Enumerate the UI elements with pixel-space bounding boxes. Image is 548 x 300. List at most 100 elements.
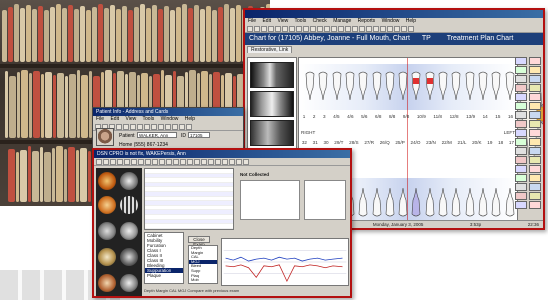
close-exam-button[interactable]: Close Exam xyxy=(188,236,210,247)
toolbar-button[interactable] xyxy=(96,159,102,165)
menu-item[interactable]: View xyxy=(125,116,136,122)
toolbar-button[interactable] xyxy=(366,26,372,32)
toolbar-button[interactable] xyxy=(137,124,143,130)
menu-item[interactable]: Edit xyxy=(262,18,271,24)
toolbar-button[interactable] xyxy=(345,26,351,32)
tooth[interactable] xyxy=(398,184,408,218)
menu-item[interactable]: Edit xyxy=(110,116,119,122)
menu-item[interactable]: Tools xyxy=(295,18,307,24)
menu-item[interactable]: Manage xyxy=(333,18,351,24)
tooth[interactable] xyxy=(411,70,421,104)
tooth[interactable] xyxy=(345,70,355,104)
chart-tool-button[interactable] xyxy=(528,111,541,119)
tab-restorative[interactable]: Restorative, Link xyxy=(247,46,293,53)
toolbar-button[interactable] xyxy=(373,26,379,32)
toolbar-button[interactable] xyxy=(186,124,192,130)
tooth[interactable] xyxy=(425,184,435,218)
chart-tool-button[interactable] xyxy=(528,174,541,182)
menu-item[interactable]: Tools xyxy=(143,116,155,122)
xray-thumb[interactable] xyxy=(120,172,138,190)
chart-tool-button[interactable] xyxy=(528,147,541,155)
toolbar-button[interactable] xyxy=(310,26,316,32)
toolbar-button[interactable] xyxy=(172,124,178,130)
list-item[interactable]: Plaque xyxy=(145,273,183,278)
chart-tool-button[interactable] xyxy=(528,84,541,92)
xray-thumb[interactable] xyxy=(98,222,116,240)
toolbar-button[interactable] xyxy=(394,26,400,32)
tooth[interactable] xyxy=(305,70,315,104)
chart-tool-button[interactable] xyxy=(528,66,541,74)
chart-tool-button[interactable] xyxy=(515,183,527,191)
menu-item[interactable]: File xyxy=(248,18,256,24)
toolbar-button[interactable] xyxy=(303,26,309,32)
retina-thumb[interactable] xyxy=(98,196,116,214)
xray-image[interactable] xyxy=(250,62,294,88)
tooth[interactable] xyxy=(425,70,435,104)
chart-tool-button[interactable] xyxy=(528,102,541,110)
menu-item[interactable]: Check xyxy=(313,18,327,24)
chart-tool-button[interactable] xyxy=(528,120,541,128)
toolbar-button[interactable] xyxy=(123,124,129,130)
menu-item[interactable]: File xyxy=(96,116,104,122)
toolbar-button[interactable] xyxy=(401,26,407,32)
toolbar-button[interactable] xyxy=(317,26,323,32)
toolbar-button[interactable] xyxy=(282,26,288,32)
chart-tool-button[interactable] xyxy=(528,93,541,101)
tooth[interactable] xyxy=(491,70,501,104)
tooth[interactable] xyxy=(451,70,461,104)
toolbar-button[interactable] xyxy=(180,159,186,165)
toolbar-button[interactable] xyxy=(289,26,295,32)
toolbar-button[interactable] xyxy=(222,159,228,165)
menu-item[interactable]: Help xyxy=(406,18,416,24)
chart-tool-button[interactable] xyxy=(528,201,541,209)
toolbar-button[interactable] xyxy=(201,159,207,165)
chart-tool-button[interactable] xyxy=(528,183,541,191)
toolbar-button[interactable] xyxy=(130,124,136,130)
toolbar-button[interactable] xyxy=(117,159,123,165)
toolbar-button[interactable] xyxy=(116,124,122,130)
tooth[interactable] xyxy=(411,184,421,218)
exam-notes-box[interactable] xyxy=(304,180,346,220)
chart-tool-button[interactable] xyxy=(515,66,527,74)
toolbar-button[interactable] xyxy=(215,159,221,165)
tooth[interactable] xyxy=(398,70,408,104)
toolbar-button[interactable] xyxy=(166,159,172,165)
tooth[interactable] xyxy=(385,70,395,104)
tooth[interactable] xyxy=(478,184,488,218)
toolbar-button[interactable] xyxy=(110,159,116,165)
menu-item[interactable]: Reports xyxy=(358,18,376,24)
list-item[interactable]: Mob xyxy=(189,278,217,283)
tooth[interactable] xyxy=(358,70,368,104)
chart-tool-button[interactable] xyxy=(515,138,527,146)
toolbar-button[interactable] xyxy=(261,26,267,32)
menu-item[interactable]: Window xyxy=(382,18,400,24)
toolbar-button[interactable] xyxy=(380,26,386,32)
toolbar-button[interactable] xyxy=(144,124,150,130)
toolbar-button[interactable] xyxy=(243,159,249,165)
toolbar-button[interactable] xyxy=(296,26,302,32)
tooth[interactable] xyxy=(332,70,342,104)
toolbar-button[interactable] xyxy=(352,26,358,32)
chart-tool-button[interactable] xyxy=(528,57,541,65)
toolbar-button[interactable] xyxy=(187,159,193,165)
toolbar-button[interactable] xyxy=(408,26,414,32)
toolbar-button[interactable] xyxy=(124,159,130,165)
toolbar-button[interactable] xyxy=(159,159,165,165)
xray-thumb[interactable] xyxy=(120,222,138,240)
tooth[interactable] xyxy=(491,184,501,218)
chart-tool-button[interactable] xyxy=(515,174,527,182)
toolbar-button[interactable] xyxy=(359,26,365,32)
chart-tool-button[interactable] xyxy=(515,192,527,200)
tooth[interactable] xyxy=(438,184,448,218)
table-row[interactable] xyxy=(145,224,233,229)
toolbar-button[interactable] xyxy=(158,124,164,130)
toolbar-button[interactable] xyxy=(331,26,337,32)
chart-tool-button[interactable] xyxy=(528,156,541,164)
toolbar-button[interactable] xyxy=(173,159,179,165)
toolbar-button[interactable] xyxy=(236,159,242,165)
patient-id-field[interactable]: 17105 xyxy=(188,132,210,138)
photo-thumb[interactable] xyxy=(98,248,116,266)
tooth[interactable] xyxy=(505,184,515,218)
toolbar-button[interactable] xyxy=(208,159,214,165)
chart-tool-button[interactable] xyxy=(515,57,527,65)
